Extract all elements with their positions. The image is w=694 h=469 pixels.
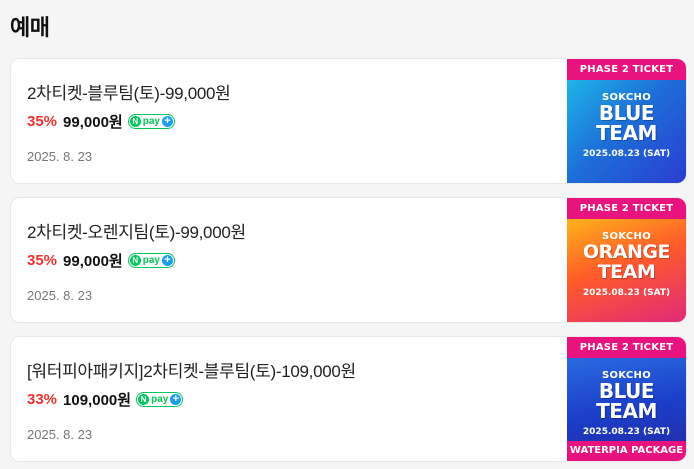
card-info: [워터피아패키지]2차티켓-블루팀(토)-109,000원 33% 109,00…: [27, 357, 556, 442]
thumb-artwork: SOKCHO BLUE TEAM 2025.08.23 (SAT): [567, 358, 686, 441]
event-date: 2025. 8. 23: [27, 149, 93, 164]
ticket-card-blue[interactable]: 2차티켓-블루팀(토)-99,000원 35% 99,000원 N pay + …: [10, 58, 687, 184]
card-info: 2차티켓-블루팀(토)-99,000원 35% 99,000원 N pay + …: [27, 79, 556, 164]
naver-n-icon: N: [129, 116, 141, 127]
ticket-card-waterpia[interactable]: [워터피아패키지]2차티켓-블루팀(토)-109,000원 33% 109,00…: [10, 336, 687, 462]
thumb-date: 2025.08.23 (SAT): [582, 427, 671, 437]
thumb-banner: PHASE 2 TICKET: [567, 337, 686, 358]
discount-rate: 35%: [27, 113, 58, 130]
price: 109,000원: [63, 392, 132, 409]
thumb-banner: PHASE 2 TICKET: [567, 198, 686, 219]
item-title[interactable]: [워터피아패키지]2차티켓-블루팀(토)-109,000원: [27, 357, 556, 382]
thumb-team-line1: ORANGE: [583, 241, 670, 263]
naver-pay-plus-icon: N pay +: [127, 253, 175, 268]
thumb-team-line2: TEAM: [596, 399, 657, 423]
thumb-banner: PHASE 2 TICKET: [567, 59, 686, 80]
discount-rate: 35%: [27, 252, 58, 269]
plus-icon: +: [170, 394, 182, 405]
naver-n-icon: N: [129, 255, 141, 266]
price-row: 35% 99,000원 N pay +: [27, 250, 556, 271]
card-info: 2차티켓-오렌지팀(토)-99,000원 35% 99,000원 N pay +…: [27, 218, 556, 303]
naver-pay-plus-icon: N pay +: [127, 114, 175, 129]
npay-label: pay: [142, 116, 160, 127]
thumb-team-line2: TEAM: [596, 121, 657, 145]
plus-icon: +: [161, 255, 173, 266]
price-row: 33% 109,000원 N pay +: [27, 389, 556, 410]
event-date: 2025. 8. 23: [27, 427, 93, 442]
item-title[interactable]: 2차티켓-블루팀(토)-99,000원: [27, 79, 556, 104]
thumb-artwork: SOKCHO ORANGE TEAM 2025.08.23 (SAT): [567, 219, 686, 322]
discount-rate: 33%: [27, 391, 58, 408]
section-title: 예매: [10, 15, 50, 40]
npay-label: pay: [151, 394, 169, 405]
naver-n-icon: N: [138, 394, 150, 405]
price: 99,000원: [63, 114, 123, 131]
thumb-date: 2025.08.23 (SAT): [582, 149, 671, 159]
naver-pay-plus-icon: N pay +: [136, 392, 184, 407]
thumb-team-line1: BLUE: [598, 101, 655, 125]
ticket-card-orange[interactable]: 2차티켓-오렌지팀(토)-99,000원 35% 99,000원 N pay +…: [10, 197, 687, 323]
thumb-team-line2: TEAM: [597, 261, 656, 283]
npay-label: pay: [142, 255, 160, 266]
ticket-thumbnail[interactable]: PHASE 2 TICKET SOKCHO ORANGE TEAM 2025.0…: [567, 198, 686, 322]
item-title[interactable]: 2차티켓-오렌지팀(토)-99,000원: [27, 218, 556, 243]
thumb-artwork: SOKCHO BLUE TEAM 2025.08.23 (SAT): [567, 80, 686, 183]
ticket-thumbnail[interactable]: PHASE 2 TICKET SOKCHO BLUE TEAM 2025.08.…: [567, 59, 686, 183]
thumb-team-line1: BLUE: [598, 379, 655, 403]
thumb-date: 2025.08.23 (SAT): [582, 288, 671, 298]
thumb-footer: WATERPIA PACKAGE: [567, 441, 686, 461]
price-row: 35% 99,000원 N pay +: [27, 111, 556, 132]
event-date: 2025. 8. 23: [27, 288, 93, 303]
price: 99,000원: [63, 253, 123, 270]
ticket-thumbnail[interactable]: PHASE 2 TICKET SOKCHO BLUE TEAM 2025.08.…: [567, 337, 686, 461]
plus-icon: +: [161, 116, 173, 127]
